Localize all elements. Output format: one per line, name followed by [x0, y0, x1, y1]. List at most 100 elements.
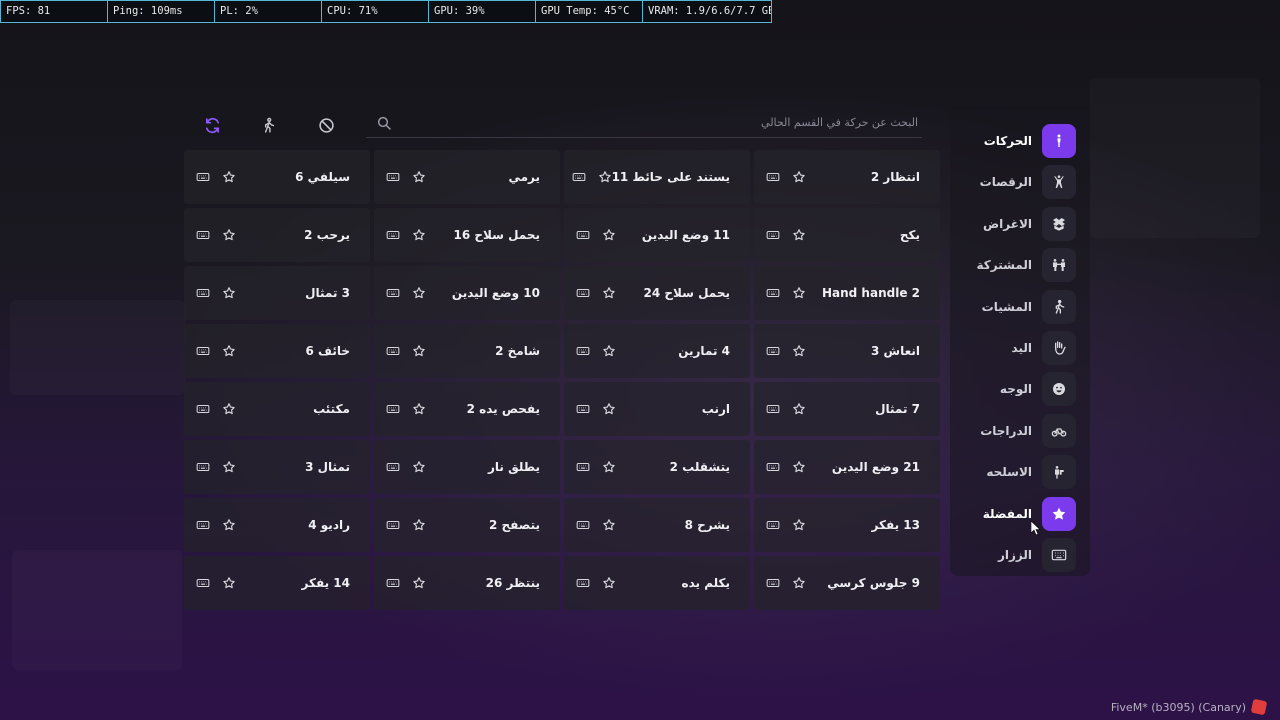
star-icon[interactable]	[412, 402, 426, 416]
emote-card[interactable]: تمثال 3	[184, 440, 370, 494]
keyboard-icon[interactable]	[196, 286, 210, 300]
emote-card[interactable]: شامخ 2	[374, 324, 560, 378]
emote-card[interactable]: ينتظر 26	[374, 556, 560, 610]
star-icon[interactable]	[602, 460, 616, 474]
keyboard-icon[interactable]	[386, 460, 400, 474]
keyboard-icon[interactable]	[766, 228, 780, 242]
keyboard-icon[interactable]	[576, 518, 590, 532]
emote-card[interactable]: خائف 6	[184, 324, 370, 378]
star-icon[interactable]	[222, 518, 236, 532]
sidebar-item-people[interactable]: المشتركة	[977, 248, 1076, 283]
star-icon[interactable]	[412, 286, 426, 300]
star-icon[interactable]	[222, 170, 236, 184]
keyboard-icon[interactable]	[576, 344, 590, 358]
star-icon[interactable]	[792, 228, 806, 242]
star-icon[interactable]	[222, 460, 236, 474]
keyboard-icon[interactable]	[576, 228, 590, 242]
emote-card[interactable]: سيلفي 6	[184, 150, 370, 204]
emote-card[interactable]: 13 يفكر	[754, 498, 940, 552]
sidebar-item-bike[interactable]: الدراجات	[980, 413, 1076, 448]
emote-card[interactable]: 7 تمثال	[754, 382, 940, 436]
sidebar-item-hand[interactable]: اليد	[1012, 331, 1076, 365]
keyboard-icon[interactable]	[196, 402, 210, 416]
star-icon[interactable]	[792, 576, 806, 590]
star-icon[interactable]	[222, 344, 236, 358]
keyboard-icon[interactable]	[386, 170, 400, 184]
star-icon[interactable]	[602, 344, 616, 358]
star-icon[interactable]	[222, 576, 236, 590]
star-icon[interactable]	[222, 228, 236, 242]
keyboard-icon[interactable]	[572, 170, 586, 184]
star-icon[interactable]	[222, 402, 236, 416]
keyboard-icon[interactable]	[386, 344, 400, 358]
keyboard-icon[interactable]	[196, 460, 210, 474]
refresh-button[interactable]	[194, 108, 230, 142]
emote-card[interactable]: انعاش 3	[754, 324, 940, 378]
emote-card[interactable]: 21 وضع اليدين	[754, 440, 940, 494]
search-input[interactable]	[392, 108, 922, 137]
star-icon[interactable]	[412, 518, 426, 532]
keyboard-icon[interactable]	[386, 576, 400, 590]
star-icon[interactable]	[412, 344, 426, 358]
star-icon[interactable]	[602, 518, 616, 532]
emote-card[interactable]: يستند على حائط 11	[564, 150, 750, 204]
emote-card[interactable]: يطلق نار	[374, 440, 560, 494]
emote-card[interactable]: يكح	[754, 208, 940, 262]
keyboard-icon[interactable]	[766, 344, 780, 358]
sidebar-item-keyboard[interactable]: الززار	[998, 538, 1076, 572]
keyboard-icon[interactable]	[386, 286, 400, 300]
star-icon[interactable]	[792, 460, 806, 474]
emote-card[interactable]: يحمل سلاح 24	[564, 266, 750, 320]
emote-card[interactable]: يتشقلب 2	[564, 440, 750, 494]
keyboard-icon[interactable]	[766, 170, 780, 184]
star-icon[interactable]	[412, 228, 426, 242]
star-icon[interactable]	[602, 576, 616, 590]
star-icon[interactable]	[222, 286, 236, 300]
keyboard-icon[interactable]	[386, 402, 400, 416]
sidebar-item-person[interactable]: الحركات	[984, 124, 1076, 158]
star-icon[interactable]	[602, 402, 616, 416]
star-icon[interactable]	[602, 228, 616, 242]
keyboard-icon[interactable]	[386, 518, 400, 532]
star-icon[interactable]	[792, 286, 806, 300]
emote-card[interactable]: ارنب	[564, 382, 750, 436]
keyboard-icon[interactable]	[196, 344, 210, 358]
sidebar-item-face[interactable]: الوجه	[1000, 372, 1076, 407]
star-icon[interactable]	[792, 344, 806, 358]
keyboard-icon[interactable]	[576, 460, 590, 474]
star-icon[interactable]	[598, 170, 612, 184]
keyboard-icon[interactable]	[766, 518, 780, 532]
cancel-emote-button[interactable]	[308, 108, 344, 142]
keyboard-icon[interactable]	[576, 402, 590, 416]
emote-card[interactable]: Hand handle 2	[754, 266, 940, 320]
keyboard-icon[interactable]	[196, 518, 210, 532]
emote-card[interactable]: يشرح 8	[564, 498, 750, 552]
sidebar-item-star[interactable]: المفضلة	[983, 496, 1076, 531]
sidebar-item-box[interactable]: الاغراض	[983, 206, 1076, 241]
keyboard-icon[interactable]	[766, 402, 780, 416]
star-icon[interactable]	[412, 576, 426, 590]
sidebar-item-weapon[interactable]: الاسلحه	[986, 455, 1076, 490]
keyboard-icon[interactable]	[766, 286, 780, 300]
star-icon[interactable]	[792, 518, 806, 532]
emote-card[interactable]: 14 يفكر	[184, 556, 370, 610]
emote-card[interactable]: مكتئب	[184, 382, 370, 436]
emote-card[interactable]: يحمل سلاح 16	[374, 208, 560, 262]
star-icon[interactable]	[412, 170, 426, 184]
star-icon[interactable]	[792, 402, 806, 416]
emote-card[interactable]: 4 تمارين	[564, 324, 750, 378]
keyboard-icon[interactable]	[196, 576, 210, 590]
emote-card[interactable]: راديو 4	[184, 498, 370, 552]
emote-card[interactable]: يتصفح 2	[374, 498, 560, 552]
keyboard-icon[interactable]	[766, 576, 780, 590]
keyboard-icon[interactable]	[196, 228, 210, 242]
keyboard-icon[interactable]	[196, 170, 210, 184]
emote-card[interactable]: يفحص يده 2	[374, 382, 560, 436]
emote-card[interactable]: 11 وضع اليدين	[564, 208, 750, 262]
emote-card[interactable]: يرمي	[374, 150, 560, 204]
star-icon[interactable]	[792, 170, 806, 184]
emote-card[interactable]: يرحب 2	[184, 208, 370, 262]
sidebar-item-walk[interactable]: المشيات	[982, 289, 1076, 324]
keyboard-icon[interactable]	[766, 460, 780, 474]
emote-card[interactable]: 9 جلوس كرسي	[754, 556, 940, 610]
